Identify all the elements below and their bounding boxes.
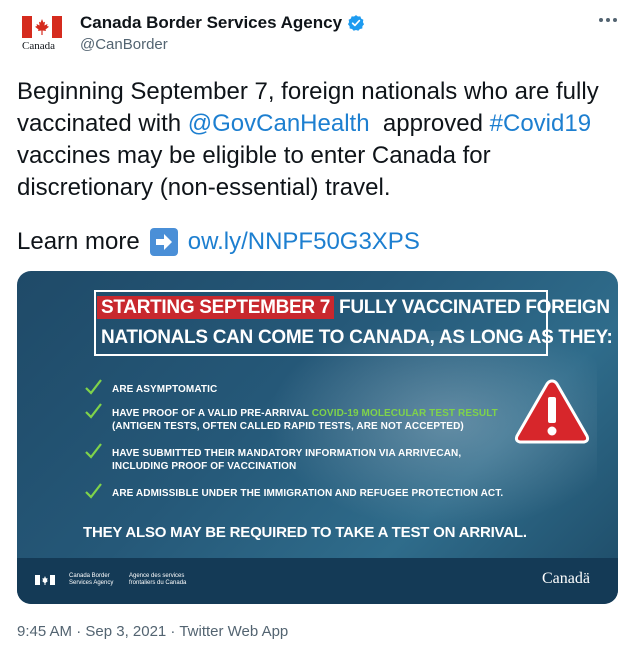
tweet-timestamp[interactable]: 9:45 AM · Sep 3, 2021 · Twitter Web App [17, 623, 288, 640]
checklist-text: HAVE SUBMITTED THEIR MANDATORY INFORMATI… [112, 448, 462, 459]
check-icon [85, 403, 102, 419]
checklist-highlight: COVID-19 MOLECULAR TEST RESULT [311, 408, 498, 419]
headline-line-1: STARTING SEPTEMBER 7 FULLY VACCINATED FO… [97, 296, 610, 319]
author-name-text: Canada Border Services Agency [80, 13, 343, 32]
headline-highlight: STARTING SEPTEMBER 7 [97, 296, 335, 319]
tweet-line: vaccinated with @GovCanHealth approved #… [17, 108, 627, 140]
author-name[interactable]: Canada Border Services Agency [80, 13, 365, 33]
tweet-line: vaccines may be eligible to enter Canada… [17, 142, 491, 169]
warning-icon [514, 379, 590, 444]
checklist-item: ARE ASYMPTOMATIC [112, 384, 218, 395]
verified-badge-icon [348, 15, 365, 31]
checklist-item: HAVE SUBMITTED THEIR MANDATORY INFORMATI… [112, 447, 461, 473]
hashtag-link[interactable]: #Covid19 [490, 110, 591, 137]
tweet-line: discretionary (non-essential) travel. [17, 174, 391, 201]
canada-wordmark: Canadä [542, 570, 590, 587]
checklist-text: (ANTIGEN TESTS, OFTEN CALLED RAPID TESTS… [112, 421, 464, 432]
learn-more-line: Learn more ow.ly/NNPF50G3XPS [17, 226, 420, 258]
media-footer-bar: Canada Border Services Agency Agence des… [17, 558, 618, 604]
author-handle[interactable]: @CanBorder [80, 36, 168, 53]
tweet-media-image[interactable]: STARTING SEPTEMBER 7 FULLY VACCINATED FO… [17, 271, 618, 604]
checklist-item: HAVE PROOF OF A VALID PRE-ARRIVAL COVID-… [112, 407, 498, 433]
check-icon [85, 379, 102, 395]
agency-name-fr: Agence des services frontaliers du Canad… [129, 573, 187, 586]
tweet-text: Beginning September 7, foreign nationals… [17, 76, 627, 204]
checklist-text: HAVE PROOF OF A VALID PRE-ARRIVAL [112, 408, 312, 419]
tweet-line: Beginning September 7, foreign nationals… [17, 78, 599, 105]
logo-wordmark: Canada [22, 40, 55, 52]
agency-logo[interactable]: Canada [22, 16, 64, 56]
headline-line-2: NATIONALS CAN COME TO CANADA, AS LONG AS… [101, 327, 613, 348]
checklist-item: ARE ADMISSIBLE UNDER THE IMMIGRATION AND… [112, 488, 504, 499]
canada-flag-icon [22, 16, 62, 38]
learn-more-text: Learn more [17, 228, 140, 255]
check-icon [85, 443, 102, 459]
check-icon [85, 483, 102, 499]
checklist-text: INCLUDING PROOF OF VACCINATION [112, 461, 297, 472]
footer-note: THEY ALSO MAY BE REQUIRED TO TAKE A TEST… [83, 524, 527, 541]
tweet-text-segment: approved [369, 110, 490, 137]
agency-name-en: Canada Border Services Agency [69, 573, 114, 586]
tweet-text-segment: vaccinated with [17, 110, 188, 137]
canada-flag-icon [35, 575, 55, 585]
more-dots-icon[interactable] [594, 10, 622, 38]
mention-link[interactable]: @GovCanHealth [188, 110, 370, 137]
right-arrow-emoji-icon [149, 228, 178, 256]
external-link[interactable]: ow.ly/NNPF50G3XPS [188, 226, 420, 258]
headline-text: FULLY VACCINATED FOREIGN [334, 297, 610, 318]
